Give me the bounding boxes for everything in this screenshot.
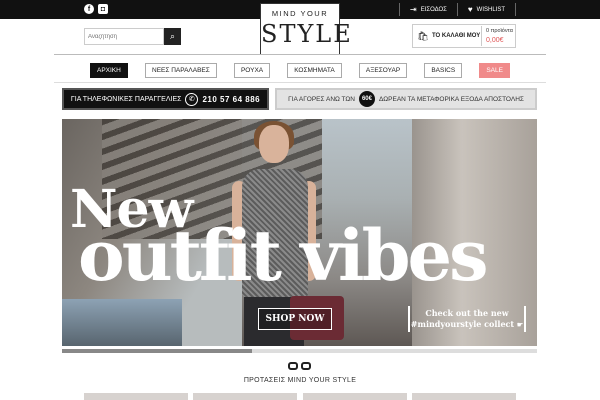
shopping-bag-icon: 🛍 <box>417 30 429 41</box>
phone-icon: ✆ <box>185 92 199 106</box>
shipping-threshold-badge: 60€ <box>358 91 375 107</box>
section-title: ΠΡΟΤΑΣΕΙΣ MIND YOUR STYLE <box>243 377 357 384</box>
facebook-icon[interactable]: f <box>84 4 94 14</box>
hero-slider-thumb[interactable] <box>62 349 252 353</box>
search-box: ⌕ <box>84 28 181 45</box>
nav-item-clothes[interactable]: ΡΟΥΧΑ <box>233 63 271 78</box>
nav-item-new-arrivals[interactable]: ΝΕΕΣ ΠΑΡΑΛΑΒΕΣ <box>145 63 217 78</box>
page: f ◘ ⇥ ΕΙΣΟΔΟΣ ♥ WISHLIST MIND YOUR STYLE… <box>0 0 600 400</box>
logo-line1: MIND YOUR <box>271 9 329 18</box>
phone-number[interactable]: 210 57 64 886 <box>202 95 260 104</box>
cart-label: ΤΟ ΚΑΛΑΘΙ ΜΟΥ <box>432 26 482 46</box>
social-links: f ◘ <box>84 4 108 14</box>
heart-icon: ♥ <box>467 5 473 14</box>
cart-summary: 0 προϊόντα 0,00€ <box>486 27 513 45</box>
logo-line2: STYLE <box>261 20 353 48</box>
shipping-prefix: ΓΙΑ ΑΓΟΡΕΣ ΑΝΩ ΤΩΝ <box>288 95 355 103</box>
search-button[interactable]: ⌕ <box>164 28 181 45</box>
hero-slider-progress[interactable] <box>62 349 537 353</box>
pointer-cursor-icon: ☛ <box>516 320 524 329</box>
product-cards <box>84 393 516 400</box>
instagram-icon[interactable]: ◘ <box>98 4 108 14</box>
shop-now-button[interactable]: SHOP NOW <box>258 308 332 330</box>
wishlist-label: WISHLIST <box>476 6 505 13</box>
cart-item-count: 0 προϊόντα <box>486 28 513 34</box>
phone-order-banner: ΓΙΑ ΤΗΛΕΦΩΝΙΚΕΣ ΠΑΡΑΓΓΕΛΙΕΣ ✆ 210 57 64 … <box>62 88 269 110</box>
product-card[interactable] <box>193 393 298 400</box>
collection-cta[interactable]: Check out the new #mindyourstyle collect… <box>408 306 526 332</box>
cart-total: 0,00€ <box>486 37 504 44</box>
wishlist-link[interactable]: ♥ WISHLIST <box>456 3 516 16</box>
cart-widget[interactable]: 🛍 ΤΟ ΚΑΛΑΘΙ ΜΟΥ 0 προϊόντα 0,00€ <box>412 24 516 48</box>
nav-item-basics[interactable]: BASICS <box>424 63 463 78</box>
phone-order-text: ΓΙΑ ΤΗΛΕΦΩΝΙΚΕΣ ΠΑΡΑΓΓΕΛΙΕΣ <box>70 95 182 103</box>
nav-item-home[interactable]: ΑΡΧΙΚΗ <box>90 63 128 78</box>
search-input[interactable] <box>84 28 164 45</box>
account-nav: ⇥ ΕΙΣΟΔΟΣ ♥ WISHLIST <box>399 0 516 19</box>
product-card[interactable] <box>302 393 407 400</box>
nav-item-accessories[interactable]: ΑΞΕΣΟΥΑΡ <box>358 63 408 78</box>
search-icon: ⌕ <box>169 31 176 41</box>
hero-cityscape <box>62 299 182 346</box>
collection-cta-line1: Check out the new <box>425 308 509 318</box>
hero-banner[interactable]: New outfit vibes SHOP NOW Check out the … <box>62 119 537 346</box>
header-divider <box>54 54 546 55</box>
login-icon: ⇥ <box>410 5 417 14</box>
product-card[interactable] <box>84 393 188 400</box>
shipping-suffix: ΔΩΡΕΑΝ ΤΑ ΜΕΤΑΦΟΡΙΚΑ ΕΞΟΔΑ ΑΠΟΣΤΟΛΗΣ <box>378 95 524 103</box>
nav-divider <box>54 82 546 83</box>
nav-item-sale[interactable]: SALE <box>479 63 510 78</box>
site-logo[interactable]: MIND YOUR STYLE <box>260 3 353 55</box>
login-label: ΕΙΣΟΔΟΣ <box>420 6 447 13</box>
login-link[interactable]: ⇥ ΕΙΣΟΔΟΣ <box>399 3 457 16</box>
free-shipping-banner: ΓΙΑ ΑΓΟΡΕΣ ΑΝΩ ΤΩΝ 60€ ΔΩΡΕΑΝ ΤΑ ΜΕΤΑΦΟΡ… <box>275 88 537 110</box>
glasses-icon <box>288 362 312 372</box>
product-card[interactable] <box>411 393 516 400</box>
hero-title-line2: outfit vibes <box>78 214 488 297</box>
main-nav: ΑΡΧΙΚΗ ΝΕΕΣ ΠΑΡΑΛΑΒΕΣ ΡΟΥΧΑ ΚΟΣΜΗΜΑΤΑ ΑΞ… <box>90 63 510 78</box>
collection-cta-line2: #mindyourstyle collect <box>410 319 515 329</box>
nav-item-jewelry[interactable]: ΚΟΣΜΗΜΑΤΑ <box>287 63 342 78</box>
